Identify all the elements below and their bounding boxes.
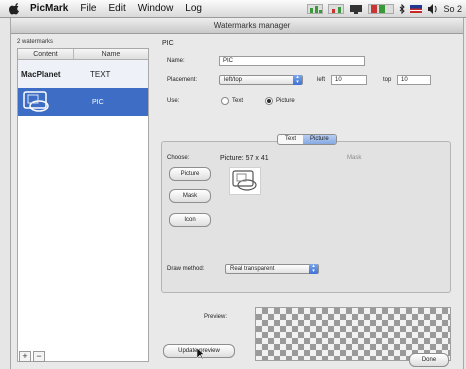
list-item-selected[interactable]: PIC [18, 88, 148, 116]
menu-file[interactable]: File [80, 3, 96, 14]
picture-info: Picture: 57 x 41 [220, 155, 269, 162]
picture-icon [232, 170, 257, 191]
bluetooth-icon[interactable] [399, 3, 406, 15]
picture-icon [23, 91, 49, 112]
placement-select[interactable]: left/top ▴ ▾ [219, 75, 303, 85]
draw-method-select[interactable]: Real transparent ▴ ▾ [225, 264, 319, 274]
list-item-name: TEXT [90, 69, 111, 79]
left-label: left [317, 77, 326, 83]
done-button[interactable]: Done [409, 353, 449, 367]
left-field[interactable]: 10 [331, 75, 367, 85]
list-item[interactable]: MacPlanet TEXT [18, 60, 148, 88]
memory-graph-icon[interactable] [368, 4, 395, 14]
draw-method-value: Real transparent [230, 266, 275, 272]
remove-watermark-button[interactable]: − [33, 351, 45, 362]
preview-label: Preview: [204, 314, 228, 320]
draw-method-label: Draw method: [167, 266, 205, 272]
list-item-name: PIC [92, 98, 104, 106]
use-label: Use: [167, 98, 180, 104]
list-item-content: MacPlanet [21, 69, 61, 79]
menu-clock[interactable]: So 2 [443, 4, 462, 14]
picture-preview-well[interactable] [229, 167, 261, 195]
popup-arrows-icon: ▴ ▾ [293, 75, 302, 85]
window-titlebar[interactable]: Watermarks manager [11, 18, 463, 34]
name-field[interactable]: PIC [219, 56, 365, 66]
watermark-list[interactable]: Content Name MacPlanet TEXT PIC [17, 48, 149, 362]
menu-bar: PicMark File Edit Window Log So 2 [0, 0, 466, 18]
column-header-content[interactable]: Content [18, 49, 74, 59]
use-picture-label[interactable]: Picture [276, 98, 295, 104]
add-watermark-button[interactable]: + [19, 351, 31, 362]
tab-picture[interactable]: Picture [303, 135, 336, 144]
volume-icon[interactable] [427, 4, 438, 14]
menu-window[interactable]: Window [138, 3, 174, 14]
network-graph-icon[interactable] [328, 4, 345, 14]
use-text-radio[interactable] [221, 97, 229, 105]
cpu-graph-icon[interactable] [307, 4, 324, 14]
list-header: Content Name [18, 49, 148, 60]
menu-edit[interactable]: Edit [108, 3, 125, 14]
watermark-count: 2 watermarks [17, 39, 54, 45]
menu-app-name[interactable]: PicMark [30, 3, 68, 14]
input-source-flag-icon[interactable] [410, 5, 423, 13]
choose-picture-button[interactable]: Picture [169, 167, 211, 181]
list-item-content [18, 90, 74, 114]
column-header-name[interactable]: Name [74, 49, 148, 59]
menu-log[interactable]: Log [185, 3, 202, 14]
apple-icon[interactable] [8, 2, 22, 15]
popup-arrows-icon: ▴ ▾ [309, 264, 318, 274]
placement-label: Placement: [167, 77, 198, 83]
choose-label: Choose: [167, 155, 190, 161]
mask-info-label: Mask [347, 155, 362, 161]
use-picture-radio[interactable] [265, 97, 273, 105]
tab-switcher: Text Picture [277, 134, 337, 145]
placement-value: left/top [224, 77, 243, 83]
watermarks-manager-window: Watermarks manager 2 watermarks Content … [10, 18, 464, 369]
use-text-label[interactable]: Text [232, 98, 243, 104]
choose-mask-button[interactable]: Mask [169, 189, 211, 203]
name-label: Name: [167, 58, 185, 64]
choose-icon-button[interactable]: Icon [169, 213, 211, 227]
top-label: top [383, 77, 392, 83]
display-icon[interactable] [349, 4, 363, 14]
tab-text[interactable]: Text [278, 135, 303, 144]
top-field[interactable]: 10 [397, 75, 431, 85]
detail-title: PIC [162, 40, 174, 47]
mouse-cursor-icon [197, 348, 205, 360]
menu-extras: So 2 [307, 0, 462, 18]
window-title: Watermarks manager [213, 21, 291, 30]
